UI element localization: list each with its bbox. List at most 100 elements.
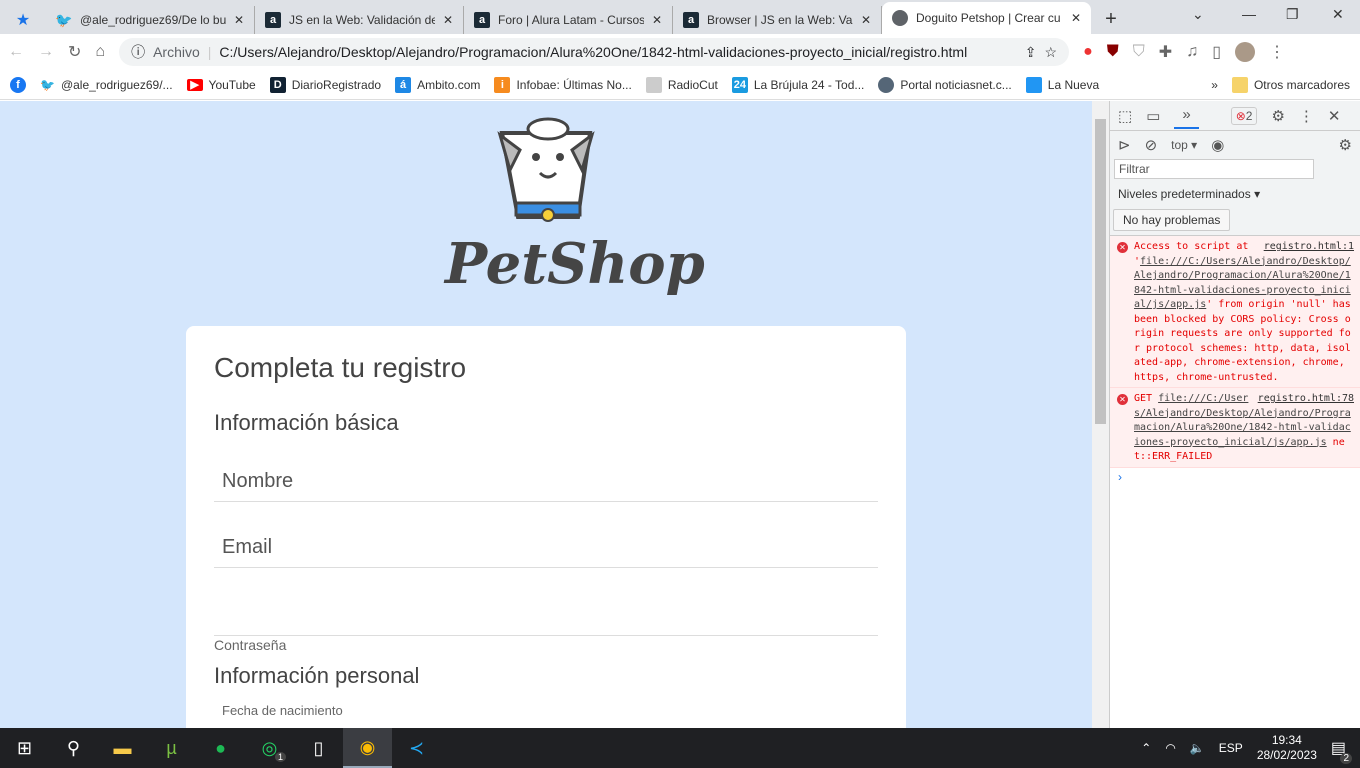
bookmark-youtube[interactable]: ▶ YouTube (186, 78, 256, 92)
bookmark-label: @ale_rodriguez69/... (60, 77, 173, 92)
bookmark-ambito[interactable]: á Ambito.com (395, 76, 480, 93)
extension-record-icon[interactable]: ● (1083, 43, 1093, 61)
close-tab-icon[interactable]: ✕ (234, 13, 244, 27)
reload-icon[interactable]: ↻ (68, 42, 81, 62)
device-toolbar-icon[interactable]: ▭ (1146, 107, 1160, 125)
console-filter-input[interactable]: Filtrar (1114, 159, 1314, 179)
dr-icon: D (269, 76, 286, 93)
side-panel-icon[interactable]: ▯ (1212, 42, 1221, 62)
bookmark-twitter[interactable]: 🐦 @ale_rodriguez69/... (40, 78, 173, 92)
minimize-button[interactable]: — (1242, 6, 1256, 22)
shield-extension-icon[interactable]: ⛉ (1133, 43, 1145, 61)
console-prompt[interactable]: › (1110, 468, 1360, 486)
tab-title: Doguito Petshop | Crear cu (916, 11, 1061, 25)
close-tab-icon[interactable]: ✕ (443, 13, 453, 27)
issues-button[interactable]: No hay problemas (1113, 209, 1231, 231)
live-expression-eye-icon[interactable]: ◉ (1211, 136, 1224, 154)
chrome-icon[interactable]: ◉ (343, 728, 392, 768)
search-icon[interactable]: ⚲ (49, 728, 98, 768)
log-levels-dropdown[interactable]: Niveles predeterminados ▾ (1110, 181, 1360, 207)
tab-title: @ale_rodriguez69/De lo bu (80, 13, 226, 27)
tab-petshop[interactable]: Doguito Petshop | Crear cu ✕ (882, 2, 1091, 34)
extensions-puzzle-icon[interactable]: ✚ (1159, 42, 1172, 62)
tab-search-chevron-icon[interactable]: ⌄ (1192, 6, 1204, 23)
bookmark-facebook[interactable]: f (10, 76, 26, 93)
restore-button[interactable]: ❐ (1286, 6, 1299, 23)
bookmark-noticiasnet[interactable]: Portal noticiasnet.c... (878, 76, 1012, 93)
scrollbar-thumb[interactable] (1095, 119, 1106, 424)
close-window-button[interactable]: ✕ (1332, 6, 1344, 23)
settings-gear-icon[interactable]: ⚙ (1271, 107, 1284, 125)
section-basic-heading: Información básica (214, 410, 399, 435)
sidebar-toggle-icon[interactable]: ⊳ (1118, 136, 1131, 154)
other-bookmarks-folder[interactable]: Otros marcadores (1231, 76, 1350, 93)
name-input[interactable]: Nombre (214, 450, 878, 502)
more-tabs-icon[interactable]: » (1174, 102, 1199, 129)
close-devtools-icon[interactable]: ✕ (1328, 107, 1341, 125)
birthdate-label: Fecha de nacimiento (222, 703, 343, 718)
new-tab-button[interactable]: + (1091, 4, 1131, 34)
tab-twitter[interactable]: 🐦 @ale_rodriguez69/De lo bu ✕ (46, 6, 255, 34)
email-input[interactable]: Email (214, 516, 878, 568)
bookmark-label: DiarioRegistrado (291, 77, 382, 92)
close-tab-icon[interactable]: ✕ (861, 13, 871, 27)
page-viewport: PetShop Completa tu registro Información… (0, 101, 1092, 728)
lanueva-icon (1025, 76, 1042, 93)
share-icon[interactable]: ⇪ (1025, 44, 1037, 61)
registration-card: Completa tu registro Información básica … (186, 326, 906, 728)
message-source-link[interactable]: registro.html:1 (1264, 240, 1354, 255)
bookmark-lanueva[interactable]: La Nueva (1025, 76, 1099, 93)
close-tab-icon[interactable]: ✕ (652, 13, 662, 27)
info-icon[interactable]: ⓘ (131, 42, 145, 62)
start-windows-icon[interactable]: ⊞ (0, 728, 49, 768)
notifications-icon[interactable]: ▤ 2 (1331, 738, 1352, 764)
bookmark-radiocut[interactable]: RadioCut (645, 76, 718, 93)
devtools-menu-icon[interactable]: ⋮ (1299, 107, 1314, 125)
password-input[interactable] (214, 584, 878, 636)
address-bar[interactable]: ⓘ Archivo | C:/Users/Alejandro/Desktop/A… (119, 38, 1070, 66)
brand-logo-text: PetShop (445, 231, 705, 297)
bookmark-infobae[interactable]: i Infobae: Últimas No... (494, 76, 632, 93)
close-tab-icon[interactable]: ✕ (1071, 11, 1081, 25)
media-queue-icon[interactable]: ♫ (1186, 43, 1198, 61)
ublock-icon[interactable]: ⛊ (1107, 43, 1119, 61)
bookmark-diarioregistrado[interactable]: D DiarioRegistrado (269, 76, 382, 93)
back-icon[interactable]: ← (8, 43, 24, 61)
tab-alura-browser[interactable]: a Browser | JS en la Web: Vali ✕ (673, 6, 882, 34)
log-levels-label: Niveles predeterminados (1118, 187, 1251, 201)
clock[interactable]: 19:34 28/02/2023 (1257, 733, 1317, 763)
more-bookmarks-button[interactable]: » (1211, 78, 1218, 92)
inspect-element-icon[interactable]: ⬚ (1118, 107, 1132, 125)
show-hidden-icons-chevron-icon[interactable]: ⌃ (1141, 741, 1151, 755)
page-scrollbar[interactable] (1092, 101, 1109, 728)
tab-alura-foro[interactable]: a Foro | Alura Latam - Cursos ✕ (464, 6, 673, 34)
utorrent-icon[interactable]: µ (147, 728, 196, 768)
file-explorer-icon[interactable]: ▬ (98, 728, 147, 768)
message-source-link[interactable]: registro.html:78 (1258, 392, 1354, 407)
console-settings-icon[interactable]: ⚙ (1339, 136, 1352, 154)
forward-icon[interactable]: → (38, 43, 54, 61)
home-icon[interactable]: ⌂ (95, 43, 105, 61)
profile-avatar[interactable] (1235, 42, 1255, 62)
whatsapp-icon[interactable]: ◎ 1 (245, 728, 294, 768)
bookmark-star-icon[interactable]: ☆ (1045, 44, 1058, 61)
section-personal-heading: Información personal (214, 663, 420, 688)
spotify-icon[interactable]: ● (196, 728, 245, 768)
address-url[interactable]: C:/Users/Alejandro/Desktop/Alejandro/Pro… (219, 44, 967, 60)
bookmark-labrujula[interactable]: 24 La Brújula 24 - Tod... (731, 76, 864, 93)
error-count-badge[interactable]: ⊗2 (1230, 106, 1258, 125)
vscode-icon[interactable]: ≺ (392, 728, 441, 768)
console-error-message: ✕ registro.html:78 GET file:///C:/Users/Al… (1110, 388, 1360, 468)
infobae-icon: i (494, 76, 511, 93)
wifi-icon[interactable]: ◠ (1165, 741, 1175, 755)
menu-kebab-icon[interactable]: ⋮ (1269, 42, 1285, 62)
volume-icon[interactable]: 🔈 (1190, 741, 1205, 755)
clear-console-icon[interactable]: ⊘ (1145, 136, 1158, 154)
tab-search-star-icon[interactable]: ★ (0, 6, 46, 34)
language-indicator[interactable]: ESP (1219, 741, 1243, 755)
context-select[interactable]: top ▾ (1171, 138, 1197, 152)
message-text: GET (1134, 393, 1159, 404)
tab-alura-validacion[interactable]: a JS en la Web: Validación de ✕ (255, 6, 464, 34)
globe-icon (892, 10, 908, 26)
document-icon[interactable]: ▯ (294, 728, 343, 768)
